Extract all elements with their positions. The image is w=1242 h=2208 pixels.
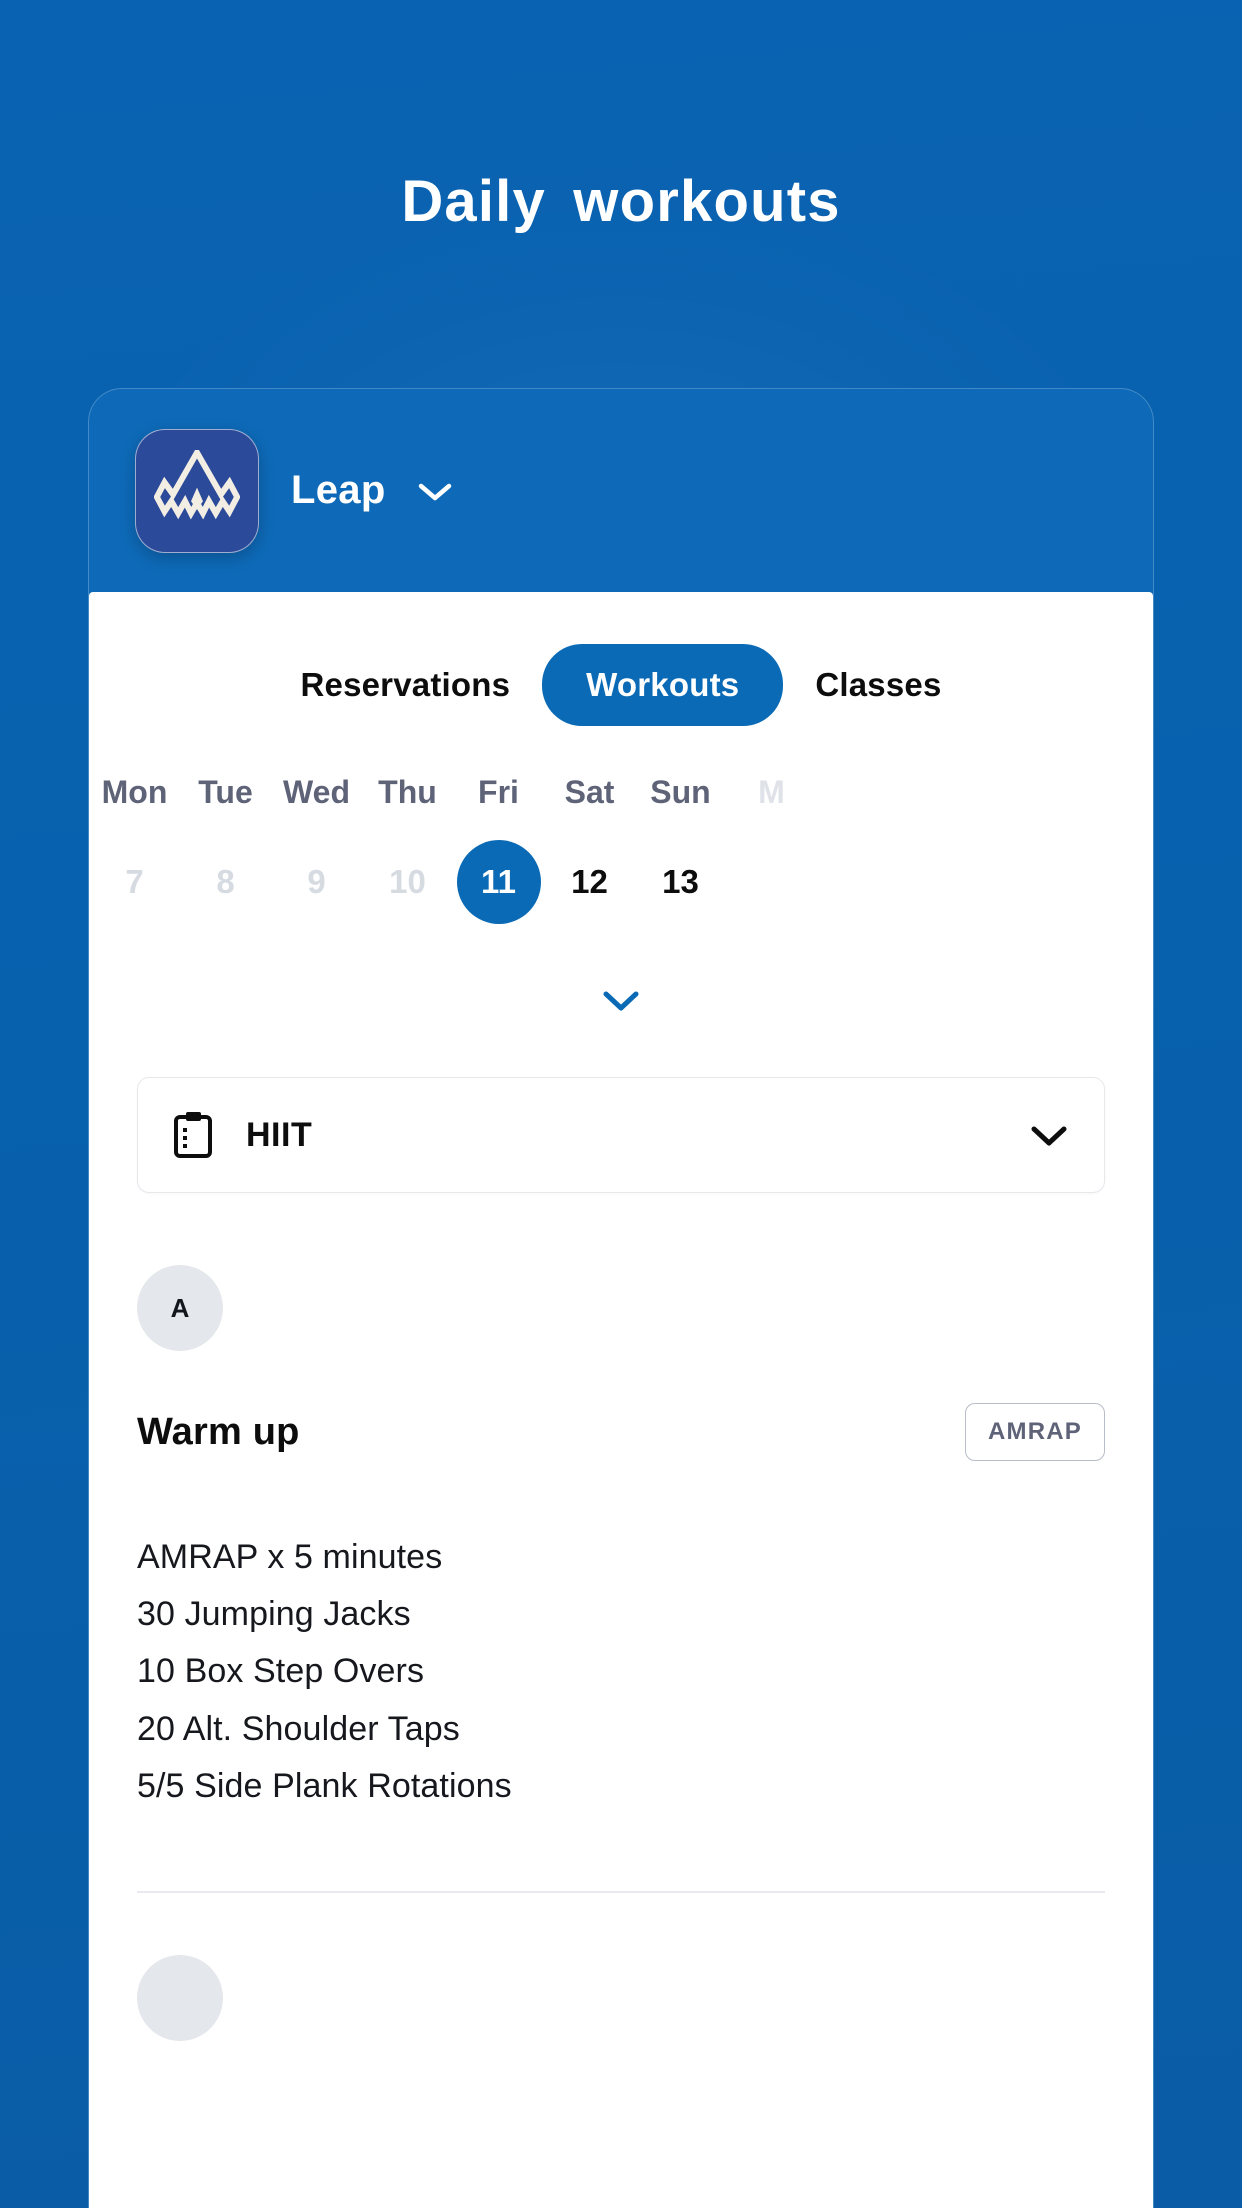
date-cell[interactable]: Thu 10 <box>362 770 453 924</box>
day-number: 10 <box>389 863 426 900</box>
day-of-week-label: Sun <box>650 774 711 810</box>
day-number: 8 <box>216 863 235 900</box>
next-block-letter-badge <box>137 1954 223 2041</box>
page-title: Daily workouts <box>401 169 841 234</box>
list-item: AMRAP x 5 minutes <box>137 1538 443 1576</box>
day-number: 12 <box>571 863 608 900</box>
day-of-week-label: Sat <box>564 774 615 810</box>
workout-type-select[interactable]: HIIT <box>137 1077 1105 1193</box>
app-content-sheet: Reservations Workouts Classes n Mon 7 Tu… <box>89 592 1153 2208</box>
chevron-down-icon <box>599 986 643 1019</box>
day-number: 11 <box>456 840 541 924</box>
clipboard-icon <box>172 1111 216 1159</box>
date-cell[interactable]: Tue 8 <box>180 770 271 924</box>
tab-bar: Reservations Workouts Classes <box>89 592 1153 726</box>
block-header: Warm up AMRAP <box>137 1403 1105 1461</box>
leap-mountain-logo-icon <box>135 428 259 553</box>
day-number <box>730 840 814 924</box>
date-cell[interactable]: M <box>726 770 817 924</box>
block-letter-badge: A <box>137 1265 223 1351</box>
day-of-week-label: Mon <box>101 774 168 810</box>
day-of-week-label: Tue <box>198 774 253 810</box>
chevron-down-icon[interactable] <box>416 479 454 503</box>
chevron-down-icon[interactable] <box>1028 1122 1070 1148</box>
date-cell[interactable]: Sat 12 <box>544 770 635 924</box>
block-divider <box>137 1891 1105 1893</box>
day-number: 7 <box>125 863 144 900</box>
day-of-week-label: Thu <box>378 774 437 810</box>
app-bar: Leap <box>89 389 1153 592</box>
day-of-week-label: Wed <box>283 774 350 810</box>
list-item: 5/5 Side Plank Rotations <box>137 1766 512 1805</box>
date-cell-selected[interactable]: Fri 11 <box>453 770 544 924</box>
block-type-badge: AMRAP <box>965 1403 1105 1461</box>
day-of-week-label: M <box>758 774 785 810</box>
tab-workouts[interactable]: Workouts <box>542 644 784 726</box>
day-number: 13 <box>662 863 699 900</box>
list-item: 30 Jumping Jacks <box>137 1595 411 1634</box>
date-cell[interactable]: Sun 13 <box>635 770 726 924</box>
calendar-expand-button[interactable] <box>89 986 1153 1019</box>
tab-reservations[interactable]: Reservations <box>274 644 536 726</box>
block-exercise-list: AMRAP x 5 minutes 30 Jumping Jacks 10 Bo… <box>137 1535 1105 1809</box>
date-cell[interactable]: Wed 9 <box>271 770 362 924</box>
workout-type-value: HIIT <box>246 1115 313 1154</box>
week-date-strip[interactable]: n Mon 7 Tue 8 Wed 9 Thu 10 <box>89 770 1153 980</box>
brand-name: Leap <box>291 468 386 512</box>
date-track: n Mon 7 Tue 8 Wed 9 Thu 10 <box>89 770 817 924</box>
workout-block: A Warm up AMRAP AMRAP x 5 minutes 30 Jum… <box>89 1265 1153 2041</box>
date-cell[interactable]: Mon 7 <box>89 770 180 924</box>
day-number: 9 <box>307 863 326 900</box>
block-title: Warm up <box>137 1410 300 1453</box>
list-item: 20 Alt. Shoulder Taps <box>137 1709 460 1748</box>
tab-classes[interactable]: Classes <box>789 644 967 726</box>
list-item: 10 Box Step Overs <box>137 1652 425 1691</box>
app-preview-frame: Leap Reservations Workouts Classes n Mon… <box>88 388 1154 2208</box>
day-of-week-label: Fri <box>478 774 519 810</box>
